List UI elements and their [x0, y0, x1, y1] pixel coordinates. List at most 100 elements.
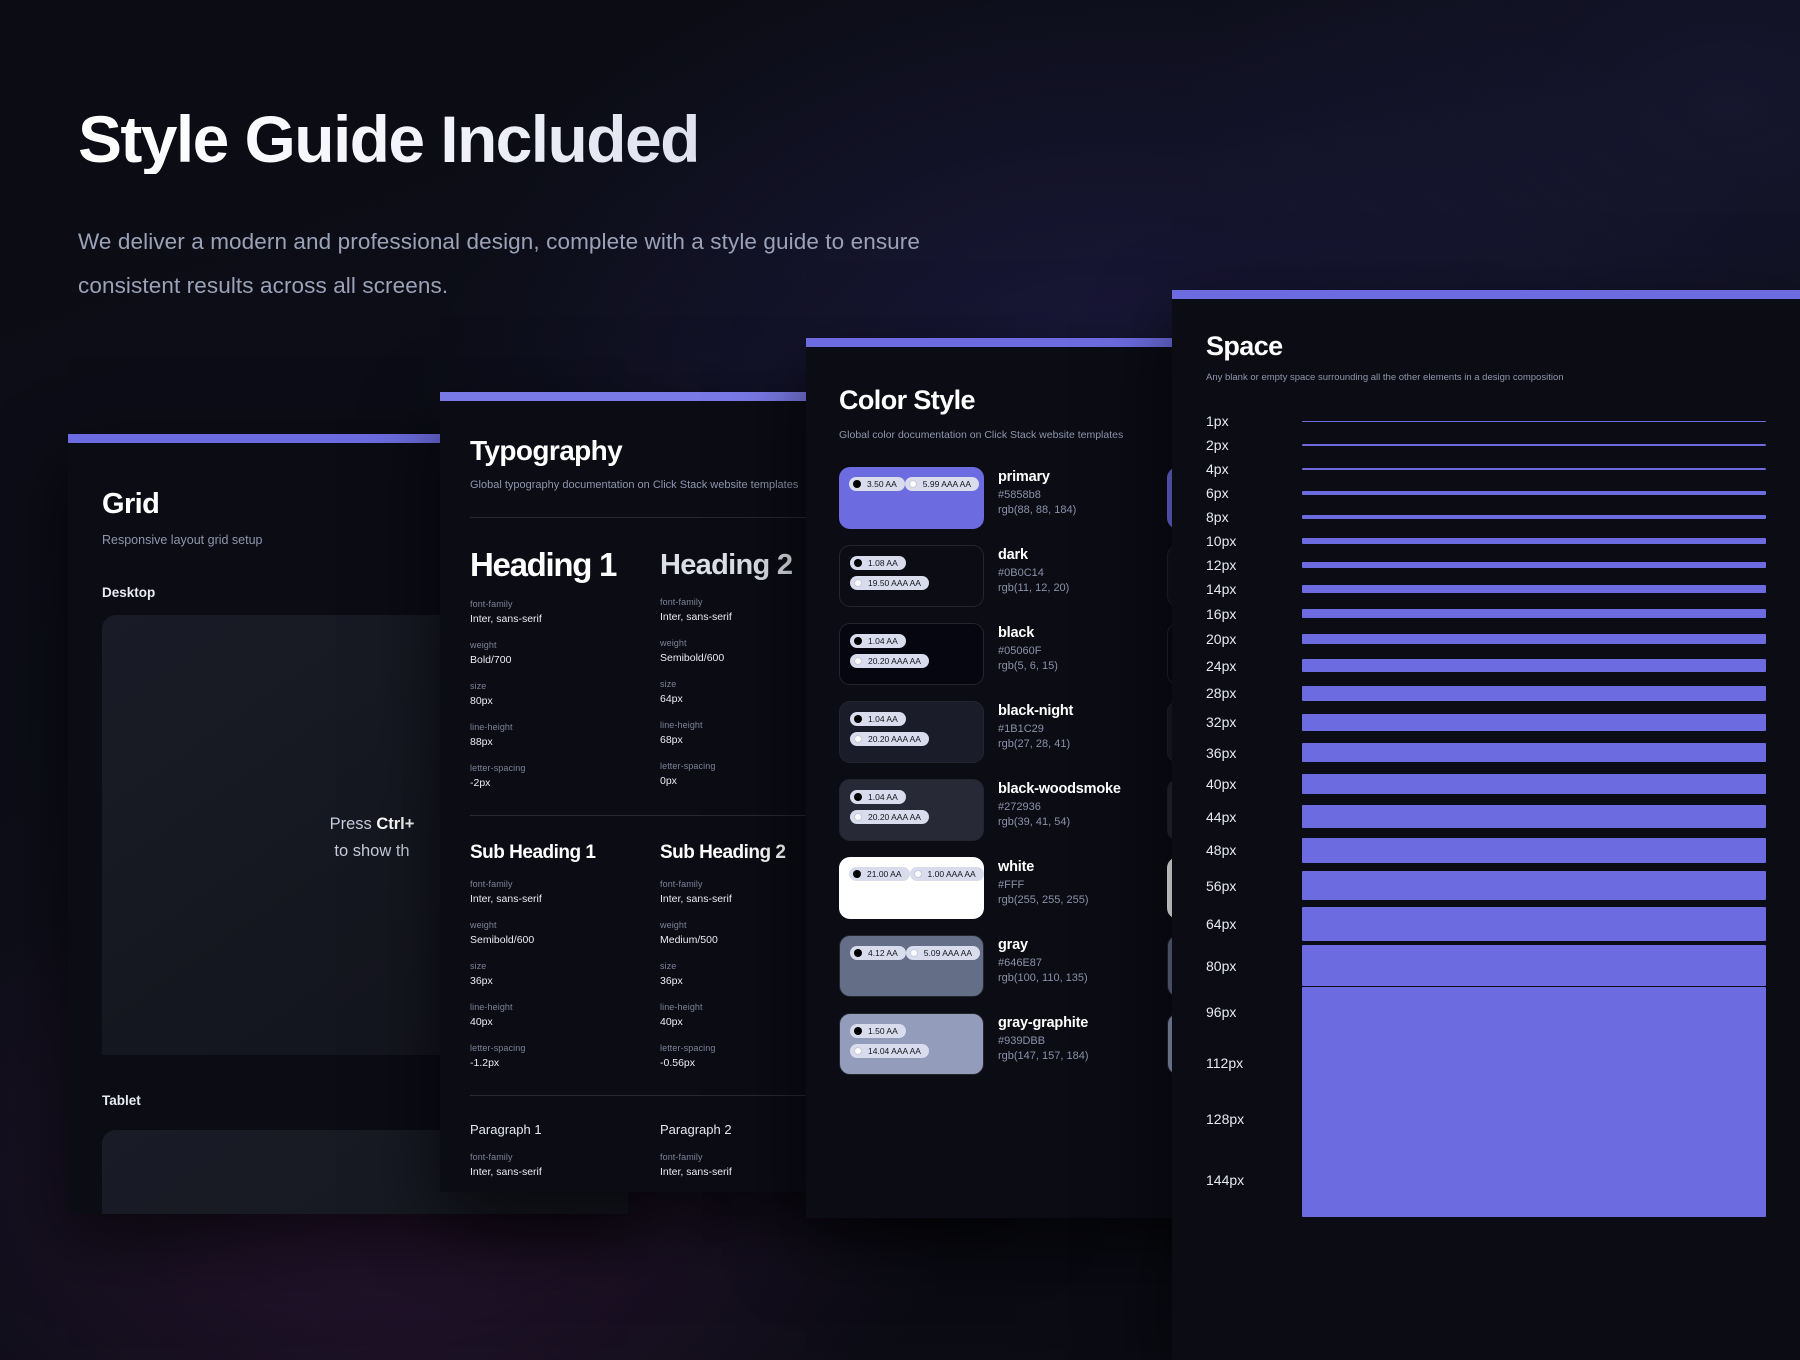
- space-bar-wrap: [1302, 805, 1766, 828]
- contrast-badge-label: 4.12 AA: [868, 948, 898, 958]
- contrast-badge-label: 20.20 AAA AA: [868, 734, 921, 744]
- contrast-badge-label: 3.50 AA: [867, 479, 897, 489]
- color-rgb: rgb(147, 157, 184): [998, 1050, 1089, 1062]
- hero-section: Style Guide Included We deliver a modern…: [78, 104, 1078, 308]
- contrast-badge: 1.00 AAA AA: [909, 867, 984, 881]
- space-scale-label: 20px: [1206, 630, 1237, 647]
- color-swatch-row: 1.04 AA 20.20 AAA AA black-night #1B1C29 rgb…: [839, 701, 1139, 763]
- space-scale-label: 36px: [1206, 744, 1237, 761]
- space-bar-wrap: [1302, 538, 1766, 544]
- space-bar-wrap: [1302, 871, 1766, 901]
- space-bar: [1302, 907, 1766, 941]
- space-scale-row: 32px: [1206, 708, 1766, 738]
- contrast-badge: 1.08 AA: [850, 556, 906, 570]
- grid-hint-line1-pre: Press: [329, 815, 377, 833]
- space-bar: [1302, 538, 1766, 544]
- color-name: gray: [998, 937, 1028, 953]
- space-bar-wrap: [1302, 467, 1766, 471]
- typography-key-size: size: [470, 961, 487, 971]
- space-scale-label: 40px: [1206, 775, 1237, 792]
- black-dot-icon: [854, 715, 862, 723]
- space-card-title: Space: [1206, 331, 1283, 361]
- typography-key-weight: weight: [470, 920, 497, 930]
- contrast-badge: 19.50 AAA AA: [850, 576, 929, 590]
- space-bar-wrap: [1302, 420, 1766, 422]
- black-dot-icon: [854, 1027, 862, 1035]
- space-scale-label: 1px: [1206, 413, 1229, 429]
- color-hex: #646E87: [998, 957, 1043, 969]
- grid-hint-key: Ctrl+: [376, 815, 415, 833]
- color-swatch[interactable]: 1.08 AA 19.50 AAA AA: [839, 545, 984, 607]
- space-bar: [1302, 944, 1766, 987]
- typography-value-font-family: Inter, sans-serif: [470, 1166, 542, 1178]
- space-bar-wrap: [1302, 585, 1766, 593]
- color-swatch-row: 1.04 AA 20.20 AAA AA black-woodsmoke #27293…: [839, 779, 1139, 841]
- white-dot-icon: [854, 813, 862, 821]
- space-scale-row: 112px: [1206, 1034, 1766, 1093]
- contrast-badge-label: 1.04 AA: [868, 792, 898, 802]
- space-scale-row: 144px: [1206, 1142, 1766, 1218]
- contrast-badge: 1.50 AA: [850, 1024, 906, 1038]
- space-scale-label: 16px: [1206, 605, 1237, 622]
- space-scale-row: 80px: [1206, 944, 1766, 988]
- color-swatch[interactable]: 1.04 AA 20.20 AAA AA: [839, 701, 984, 763]
- white-dot-icon: [854, 735, 862, 743]
- typography-value-font-family: Inter, sans-serif: [470, 613, 542, 625]
- space-scale-row: 2px: [1206, 433, 1766, 457]
- space-bar: [1302, 561, 1766, 569]
- color-hex: #05060F: [998, 645, 1042, 657]
- color-name: black-night: [998, 703, 1074, 719]
- contrast-badge-label: 1.04 AA: [868, 714, 898, 724]
- color-hex: #FFF: [998, 879, 1025, 891]
- space-scale-label: 44px: [1206, 808, 1237, 825]
- color-rgb: rgb(5, 6, 15): [998, 660, 1058, 672]
- space-scale-row: 1px: [1206, 409, 1766, 433]
- space-bar-wrap: [1302, 907, 1766, 941]
- space-bar-wrap: [1302, 944, 1766, 987]
- color-meta: white #FFF rgb(255, 255, 255): [998, 857, 1089, 906]
- contrast-badge-label: 5.09 AAA AA: [923, 948, 972, 958]
- color-meta: primary #5858b8 rgb(88, 88, 184): [998, 467, 1076, 516]
- contrast-badge: 3.50 AA: [849, 477, 905, 491]
- grid-hint-line2: to show th: [334, 842, 410, 861]
- white-dot-icon: [908, 480, 917, 488]
- contrast-badge: 20.20 AAA AA: [850, 654, 929, 668]
- black-dot-icon: [854, 793, 862, 801]
- color-name: white: [998, 859, 1035, 875]
- color-meta: black-night #1B1C29 rgb(27, 28, 41): [998, 701, 1073, 750]
- space-scale-row: 36px: [1206, 737, 1766, 768]
- color-swatch[interactable]: 1.50 AA 14.04 AAA AA: [839, 1013, 984, 1075]
- space-bar: [1302, 633, 1766, 645]
- space-bar-wrap: [1302, 633, 1766, 645]
- contrast-badge-label: 20.20 AAA AA: [868, 812, 921, 822]
- space-bar-wrap: [1302, 444, 1766, 446]
- contrast-badge-label: 1.00 AAA AA: [927, 869, 976, 879]
- space-scale-row: 20px: [1206, 626, 1766, 652]
- color-name: black: [998, 625, 1035, 641]
- space-scale-label: 144px: [1206, 1171, 1245, 1188]
- color-swatch[interactable]: 1.04 AA 20.20 AAA AA: [839, 779, 984, 841]
- color-swatch[interactable]: 21.00 AA 1.00 AAA AA: [839, 857, 984, 919]
- contrast-badge-label: 19.50 AAA AA: [868, 578, 921, 588]
- color-swatch[interactable]: 3.50 AA 5.99 AAA AA: [839, 467, 984, 529]
- color-swatch-row: 21.00 AA 1.00 AAA AA white #FFF rgb(255, 255…: [839, 857, 1139, 919]
- color-rgb: rgb(11, 12, 20): [998, 582, 1070, 594]
- color-rgb: rgb(255, 255, 255): [998, 894, 1089, 906]
- space-card[interactable]: Space Any blank or empty space surroundi…: [1172, 290, 1800, 1360]
- contrast-badge: 20.20 AAA AA: [850, 810, 929, 824]
- space-bar-wrap: [1302, 491, 1766, 495]
- space-bar-wrap: [1302, 1034, 1766, 1093]
- space-scale-row: 14px: [1206, 577, 1766, 601]
- contrast-badge-label: 1.04 AA: [868, 636, 898, 646]
- space-scale-row: 16px: [1206, 601, 1766, 626]
- space-scale-label: 4px: [1206, 461, 1229, 477]
- color-swatch[interactable]: 4.12 AA 5.09 AAA AA: [839, 935, 984, 997]
- page-subtitle: We deliver a modern and professional des…: [78, 229, 921, 299]
- color-rgb: rgb(39, 41, 54): [998, 816, 1071, 828]
- space-scale-label: 12px: [1206, 557, 1237, 573]
- color-swatch[interactable]: 1.04 AA 20.20 AAA AA: [839, 623, 984, 685]
- color-rgb: rgb(27, 28, 41): [998, 738, 1071, 750]
- space-bar: [1302, 467, 1766, 471]
- space-scale-label: 28px: [1206, 685, 1237, 702]
- color-meta: black-woodsmoke #272936 rgb(39, 41, 54): [998, 779, 1121, 828]
